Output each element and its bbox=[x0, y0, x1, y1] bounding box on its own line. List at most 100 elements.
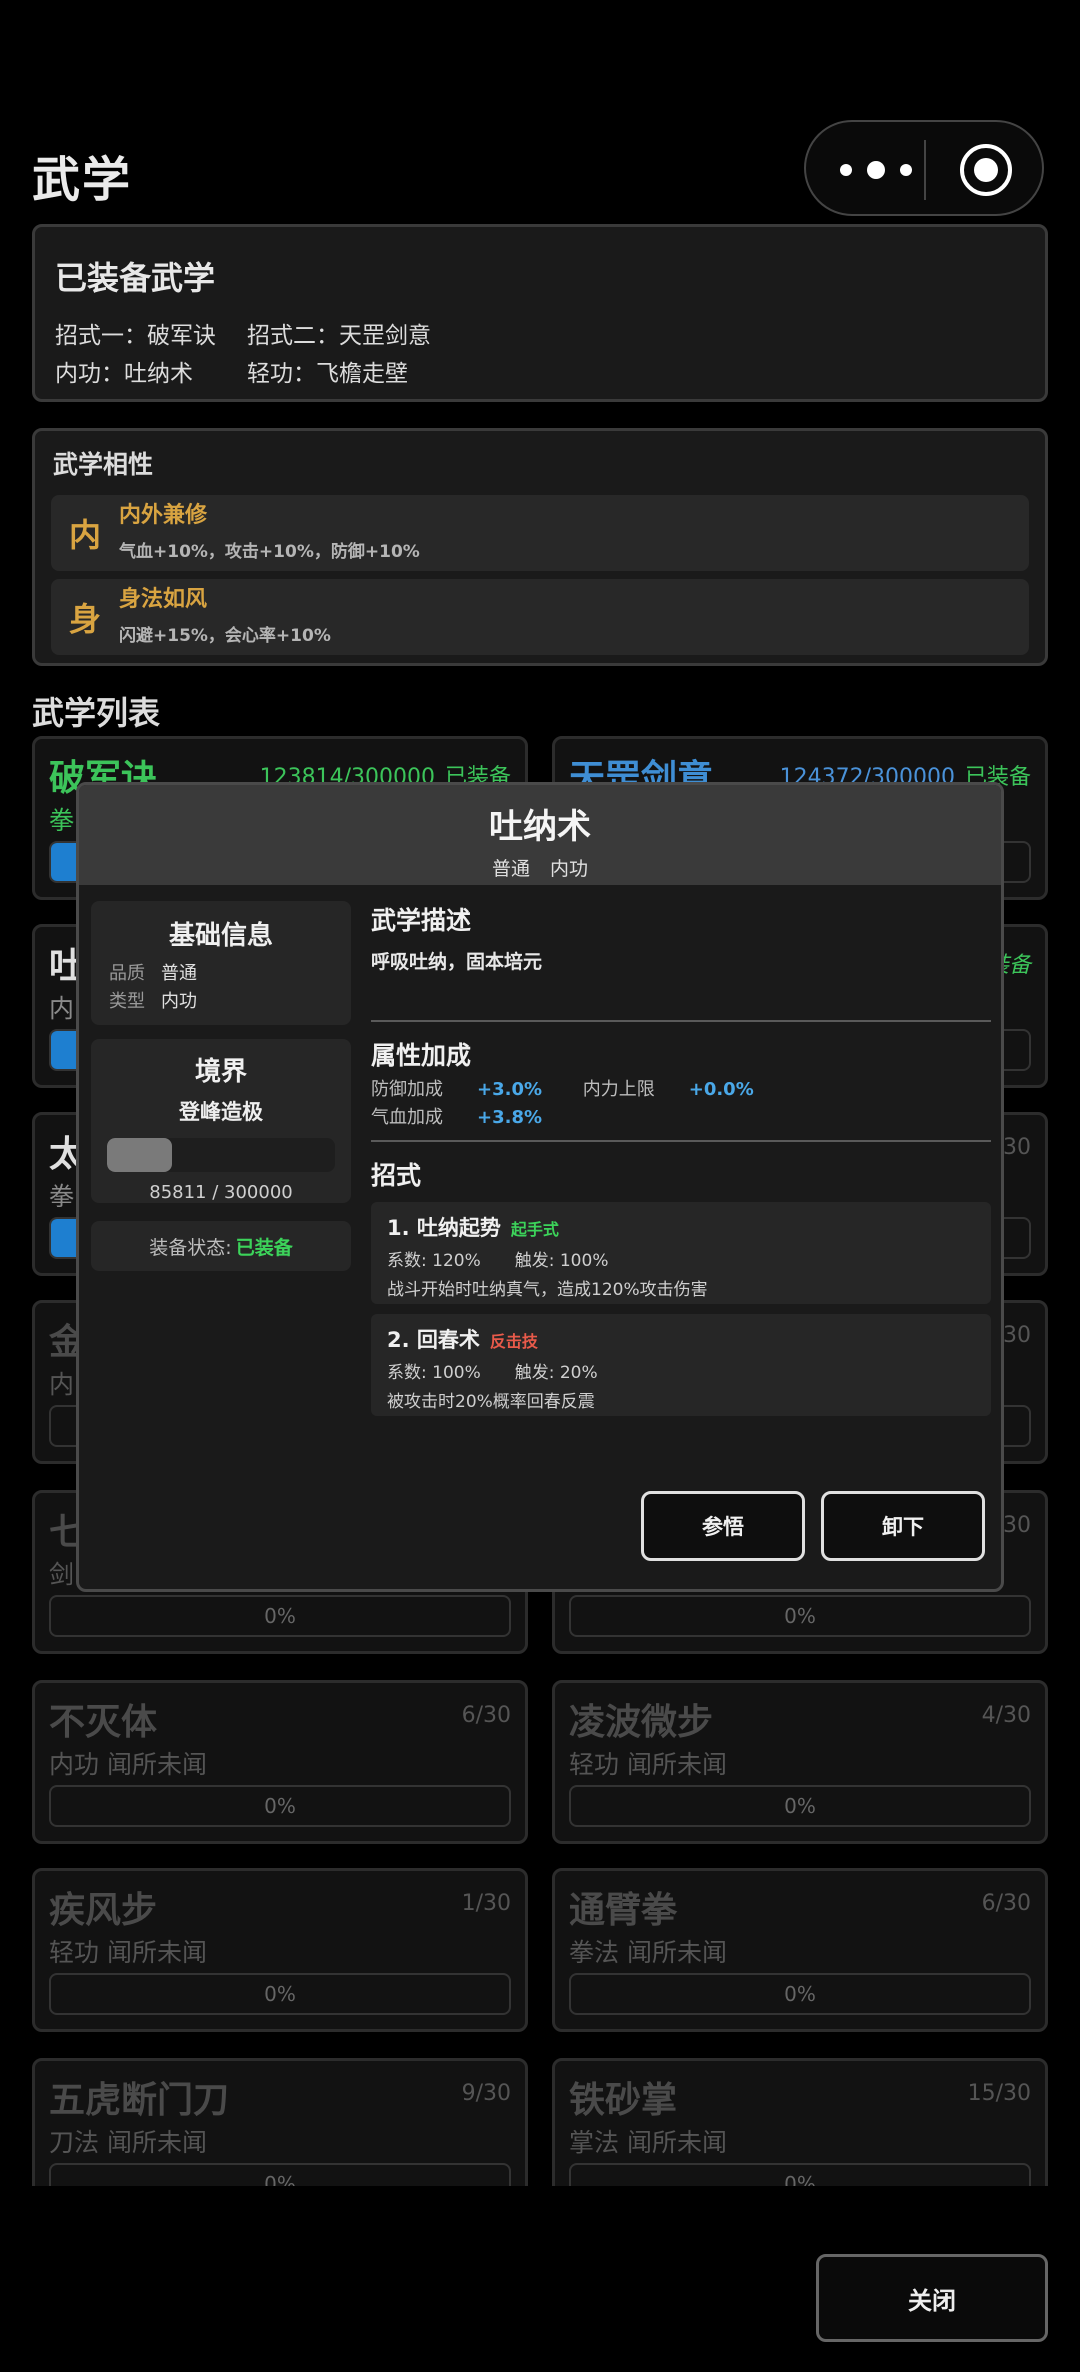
skill-card[interactable]: 不灭体 6/30 内功 闻所未闻 0% bbox=[32, 1680, 528, 1844]
move-tag: 起手式 bbox=[510, 1220, 559, 1239]
comprehend-button[interactable]: 参悟 bbox=[641, 1491, 805, 1561]
skill-name: 通臂拳 bbox=[569, 1890, 678, 1931]
modal-type: 内功 bbox=[550, 858, 589, 880]
skill-desc: 呼吸吐纳，固本培元 bbox=[371, 951, 543, 973]
skill-subtitle: 拳法 闻所未闻 bbox=[569, 1938, 727, 1967]
quality-label: 品质 bbox=[109, 963, 145, 984]
moves-title: 招式 bbox=[371, 1161, 422, 1190]
def-label: 防御加成 bbox=[371, 1079, 443, 1100]
mp-label: 内力上限 bbox=[582, 1079, 655, 1100]
skill-list-title: 武学列表 bbox=[32, 694, 161, 732]
basic-info-title: 基础信息 bbox=[168, 921, 273, 951]
skill-subtitle: 拳 bbox=[49, 806, 75, 835]
skill-name: 五虎断门刀 bbox=[49, 2080, 230, 2121]
move-trigger: 触发: 100% bbox=[514, 1251, 609, 1271]
skill-detail-modal: 吐纳术 普通 内功 基础信息 品质 普通 类型 内功 境界 登峰造极 85811 / … bbox=[76, 782, 1004, 1592]
inner-icon: 内 bbox=[69, 516, 102, 554]
skill-count-value: 15/30 bbox=[967, 2081, 1031, 2106]
skill-count: 6/30 bbox=[462, 1703, 511, 1728]
skill-count: 4/30 bbox=[982, 1703, 1031, 1728]
more-icon[interactable] bbox=[840, 152, 912, 188]
move-coef: 系数: 100% bbox=[387, 1363, 481, 1383]
move-item: 1. 吐纳起势 起手式 系数: 120% 触发: 100% 战斗开始时吐纳真气，造成… bbox=[371, 1202, 991, 1304]
skill-subtitle: 拳 bbox=[49, 1182, 75, 1211]
equipped-move1: 招式一：破军诀 bbox=[55, 323, 216, 349]
realm-title: 境界 bbox=[194, 1057, 247, 1087]
attr-title: 属性加成 bbox=[371, 1041, 472, 1070]
affinity-item: 身 身法如风 闪避+15%，会心率+10% bbox=[51, 579, 1029, 655]
capsule-divider bbox=[924, 140, 926, 200]
skill-progress-fill bbox=[51, 843, 79, 881]
move-trigger: 触发: 20% bbox=[514, 1363, 598, 1383]
move-item: 2. 回春术 反击技 系数: 100% 触发: 20% 被攻击时20%概率回春反震 bbox=[371, 1314, 991, 1416]
mp-value: +0.0% bbox=[688, 1079, 754, 1100]
move-name: 2. 回春术 bbox=[387, 1328, 480, 1352]
skill-progress-text: 0% bbox=[264, 1794, 296, 1818]
skill-subtitle: 剑 bbox=[49, 1560, 75, 1589]
skill-progress-text: 0% bbox=[784, 1604, 816, 1628]
skill-name: 凌波微步 bbox=[569, 1702, 714, 1743]
skill-count: 15/30 bbox=[968, 2081, 1031, 2106]
affinity-name: 内外兼修 bbox=[119, 503, 208, 528]
desc-title: 武学描述 bbox=[371, 906, 472, 935]
skill-count: 1/30 bbox=[462, 1891, 511, 1916]
close-button[interactable]: 关闭 bbox=[816, 2254, 1048, 2342]
skill-card[interactable]: 通臂拳 6/30 拳法 闻所未闻 0% bbox=[552, 1868, 1048, 2032]
skill-count-value: 4/30 bbox=[981, 1703, 1031, 1728]
skill-card[interactable]: 疾风步 1/30 轻功 闻所未闻 0% bbox=[32, 1868, 528, 2032]
skill-count-value: 1/30 bbox=[461, 1891, 511, 1916]
skill-count: 9/30 bbox=[462, 2081, 511, 2106]
skill-subtitle: 内 bbox=[49, 994, 75, 1023]
skill-subtitle: 刀法 闻所未闻 bbox=[49, 2128, 207, 2157]
close-miniprogram-icon[interactable] bbox=[960, 144, 1012, 196]
equip-status: 装备状态: 已装备 bbox=[91, 1221, 351, 1271]
skill-progress-bar: 0% bbox=[569, 1973, 1031, 2015]
page-title: 武学 bbox=[32, 152, 133, 208]
affinity-name: 身法如风 bbox=[119, 587, 208, 612]
move-coef: 系数: 120% bbox=[387, 1251, 481, 1271]
skill-count-value: 6/30 bbox=[981, 1891, 1031, 1916]
skill-progress-bar: 0% bbox=[49, 1973, 511, 2015]
skill-progress-text: 0% bbox=[784, 1982, 816, 2006]
type-value: 内功 bbox=[161, 991, 197, 1012]
move-tag: 反击技 bbox=[489, 1332, 538, 1351]
affinity-item: 内 内外兼修 气血+10%，攻击+10%，防御+10% bbox=[51, 495, 1029, 571]
skill-count: 6/30 bbox=[982, 1891, 1031, 1916]
move-desc: 战斗开始时吐纳真气，造成120%攻击伤害 bbox=[387, 1280, 708, 1300]
equip-status-value: 已装备 bbox=[235, 1236, 293, 1259]
skill-count-value: 6/30 bbox=[461, 1703, 511, 1728]
equipped-move2: 招式二：天罡剑意 bbox=[247, 323, 431, 349]
skill-progress-bar: 0% bbox=[569, 1595, 1031, 1637]
realm-progress-text: 85811 / 300000 bbox=[149, 1182, 293, 1203]
equipped-light: 轻功：飞檐走壁 bbox=[247, 361, 408, 387]
skill-card[interactable]: 凌波微步 4/30 轻功 闻所未闻 0% bbox=[552, 1680, 1048, 1844]
move-name: 1. 吐纳起势 bbox=[387, 1216, 501, 1240]
skill-progress-fill bbox=[51, 1219, 79, 1257]
skill-subtitle: 掌法 闻所未闻 bbox=[569, 2128, 727, 2157]
realm-level: 登峰造极 bbox=[179, 1100, 263, 1124]
skill-progress-text: 0% bbox=[264, 1604, 296, 1628]
skill-name: 铁砂掌 bbox=[569, 2080, 678, 2121]
skill-progress-bar: 0% bbox=[569, 1785, 1031, 1827]
realm-box: 境界 登峰造极 85811 / 300000 bbox=[91, 1039, 351, 1203]
affinity-desc: 闪避+15%，会心率+10% bbox=[119, 626, 331, 646]
realm-progress-bar bbox=[107, 1138, 335, 1172]
unequip-button[interactable]: 卸下 bbox=[821, 1491, 985, 1561]
skill-name: 不灭体 bbox=[49, 1702, 158, 1743]
body-icon: 身 bbox=[69, 600, 102, 638]
skill-name: 疾风步 bbox=[49, 1890, 158, 1931]
hp-label: 气血加成 bbox=[371, 1107, 443, 1128]
quality-value: 普通 bbox=[161, 963, 197, 984]
skill-count-value: 9/30 bbox=[461, 2081, 511, 2106]
modal-header: 吐纳术 普通 内功 bbox=[79, 785, 1001, 885]
divider bbox=[371, 1020, 991, 1022]
equipped-panel: 已装备武学 招式一：破军诀 招式二：天罡剑意 内功：吐纳术 轻功：飞檐走壁 bbox=[32, 224, 1048, 402]
skill-subtitle: 内 bbox=[49, 1370, 75, 1399]
realm-progress-fill bbox=[107, 1138, 173, 1172]
basic-info-box: 基础信息 品质 普通 类型 内功 bbox=[91, 901, 351, 1025]
skill-progress-text: 0% bbox=[784, 1794, 816, 1818]
equip-status-label: 装备状态: bbox=[149, 1236, 232, 1259]
affinity-desc: 气血+10%，攻击+10%，防御+10% bbox=[119, 542, 420, 562]
skill-progress-bar: 0% bbox=[49, 1785, 511, 1827]
hp-value: +3.8% bbox=[477, 1107, 543, 1128]
